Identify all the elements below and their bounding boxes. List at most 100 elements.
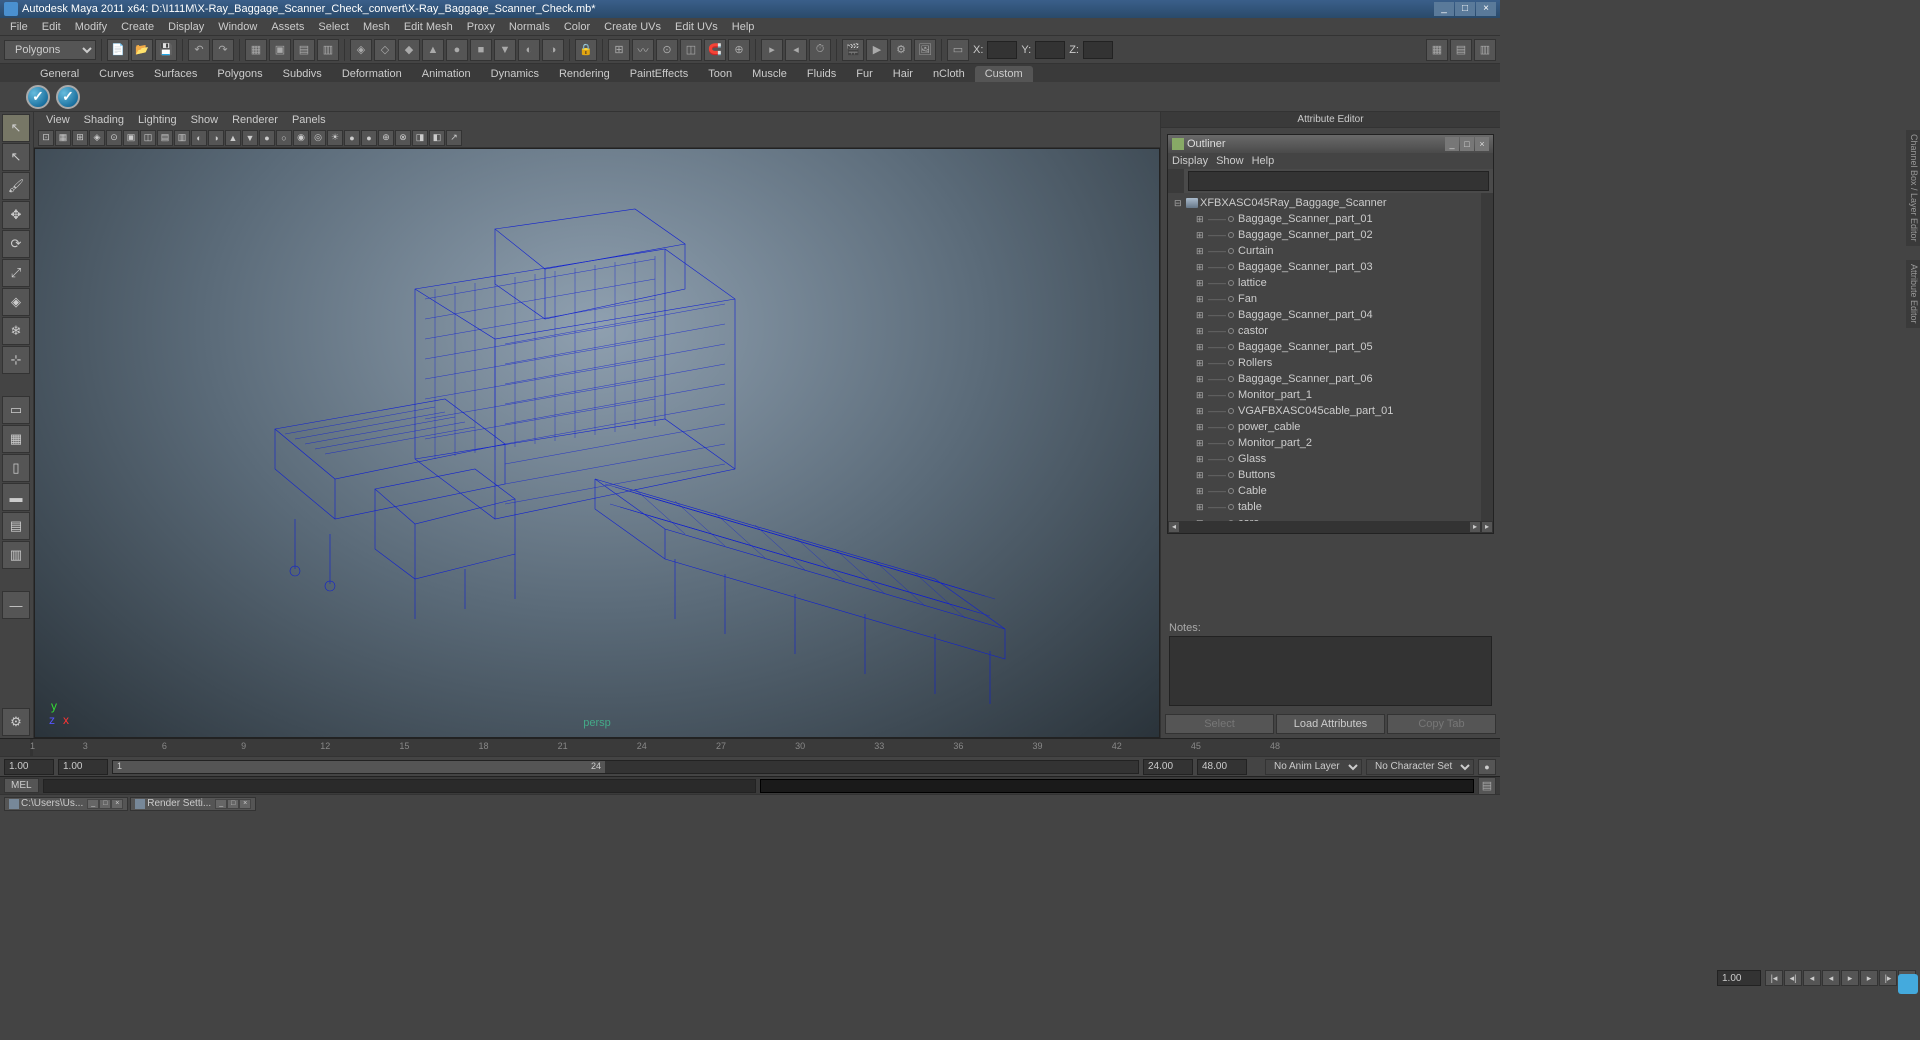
tree-item[interactable]: ⊞——VGAFBXASC045cable_part_01	[1170, 403, 1479, 419]
attribute-editor-tab[interactable]: Attribute Editor	[1906, 260, 1920, 328]
select-tool[interactable]: ↖	[2, 114, 30, 142]
viewport-tool-0[interactable]: ⊡	[38, 130, 54, 146]
tree-item[interactable]: ⊞——Cable	[1170, 483, 1479, 499]
tree-item[interactable]: ⊞——Monitor_part_2	[1170, 435, 1479, 451]
task-item-0[interactable]: C:\Users\Us..._□×	[4, 797, 128, 811]
menu-select[interactable]: Select	[312, 20, 355, 34]
lock-button[interactable]: 🔒	[575, 39, 597, 61]
mask-btn-4[interactable]: ▲	[422, 39, 444, 61]
tree-item[interactable]: ⊞——Baggage_Scanner_part_05	[1170, 339, 1479, 355]
snap-plane-button[interactable]: ◫	[680, 39, 702, 61]
snap-live-button[interactable]: 🧲	[704, 39, 726, 61]
outliner-filter-icon[interactable]	[1168, 169, 1184, 193]
auto-key-button[interactable]: ●	[1478, 759, 1496, 775]
teamviewer-icon[interactable]	[1898, 974, 1918, 994]
mask-btn-5[interactable]: ●	[446, 39, 468, 61]
step-fwd-button[interactable]: ▸	[1860, 970, 1878, 986]
lasso-tool[interactable]: ↖	[2, 143, 30, 171]
viewport-tool-11[interactable]: ▲	[225, 130, 241, 146]
tree-item[interactable]: ⊞——Baggage_Scanner_part_06	[1170, 371, 1479, 387]
outliner-menu-display[interactable]: Display	[1172, 155, 1208, 167]
redo-button[interactable]: ↷	[212, 39, 234, 61]
outliner-hscrollbar[interactable]: ◂ ▸ ▸	[1168, 521, 1493, 533]
coord-y-input[interactable]	[1035, 41, 1065, 59]
viewport-tool-4[interactable]: ⊙	[106, 130, 122, 146]
input-mode-button[interactable]: ▭	[947, 39, 969, 61]
viewport-tool-21[interactable]: ⊗	[395, 130, 411, 146]
tree-item[interactable]: ⊞——Monitor_part_1	[1170, 387, 1479, 403]
step-back-button[interactable]: ◂	[1803, 970, 1821, 986]
tree-item[interactable]: ⊞——Baggage_Scanner_part_04	[1170, 307, 1479, 323]
range-slider[interactable]: 1 24	[112, 760, 1139, 774]
render-view-button[interactable]: 🖼	[914, 39, 936, 61]
tree-item[interactable]: ⊞——Rollers	[1170, 355, 1479, 371]
snap-curve-button[interactable]: 〰	[632, 39, 654, 61]
shelf-tab-hair[interactable]: Hair	[883, 66, 923, 82]
viewport-tool-18[interactable]: ●	[344, 130, 360, 146]
outliner-menu-show[interactable]: Show	[1216, 155, 1244, 167]
hscroll-right[interactable]: ▸	[1469, 521, 1481, 533]
character-set-select[interactable]: No Character Set	[1366, 759, 1474, 775]
paint-select-tool[interactable]: 🖌	[2, 172, 30, 200]
shelf-tab-subdivs[interactable]: Subdivs	[273, 66, 332, 82]
coord-x-input[interactable]	[987, 41, 1017, 59]
undo-button[interactable]: ↶	[188, 39, 210, 61]
coord-z-input[interactable]	[1083, 41, 1113, 59]
step-back-key-button[interactable]: ◂|	[1784, 970, 1802, 986]
viewport-canvas[interactable]: yzx persp	[34, 148, 1160, 738]
menu-file[interactable]: File	[4, 20, 34, 34]
tree-item[interactable]: ⊞——lattice	[1170, 275, 1479, 291]
universal-manip-tool[interactable]: ◈	[2, 288, 30, 316]
outliner-close[interactable]: ×	[1475, 137, 1489, 151]
tree-item[interactable]: ⊞——Baggage_Scanner_part_03	[1170, 259, 1479, 275]
shelf-tab-animation[interactable]: Animation	[412, 66, 481, 82]
viewport-tool-22[interactable]: ◨	[412, 130, 428, 146]
tree-item[interactable]: ⊞——Fan	[1170, 291, 1479, 307]
snap-point-button[interactable]: ⊙	[656, 39, 678, 61]
notes-textarea[interactable]	[1169, 636, 1492, 706]
viewport-tool-12[interactable]: ▼	[242, 130, 258, 146]
viewport-tool-20[interactable]: ⊕	[378, 130, 394, 146]
viewport-menu-renderer[interactable]: Renderer	[226, 113, 284, 127]
shelf-tab-ncloth[interactable]: nCloth	[923, 66, 975, 82]
tree-root[interactable]: ⊟XFBXASC045Ray_Baggage_Scanner	[1170, 195, 1479, 211]
shelf-tab-custom[interactable]: Custom	[975, 66, 1033, 82]
tool-settings-icon[interactable]: ⚙	[2, 708, 30, 736]
viewport-menu-shading[interactable]: Shading	[78, 113, 130, 127]
select-button[interactable]: Select	[1165, 714, 1274, 734]
viewport-tool-5[interactable]: ▣	[123, 130, 139, 146]
channel-box-tab[interactable]: Channel Box / Layer Editor	[1906, 130, 1920, 246]
viewport-tool-19[interactable]: ●	[361, 130, 377, 146]
go-start-button[interactable]: |◂	[1765, 970, 1783, 986]
menu-proxy[interactable]: Proxy	[461, 20, 501, 34]
script-editor-button[interactable]: ▤	[1478, 777, 1496, 795]
shelf-button-1[interactable]: ✓	[26, 85, 50, 109]
scale-tool[interactable]: ⤢	[2, 259, 30, 287]
outliner-search-input[interactable]	[1188, 171, 1489, 191]
construction-history-button[interactable]: ⏱	[809, 39, 831, 61]
soft-mod-tool[interactable]: ❄	[2, 317, 30, 345]
time-slider-toggle[interactable]: —	[2, 591, 30, 619]
shelf-tab-curves[interactable]: Curves	[89, 66, 144, 82]
shelf-tab-general[interactable]: General	[30, 66, 89, 82]
menu-window[interactable]: Window	[212, 20, 263, 34]
load-attributes-button[interactable]: Load Attributes	[1276, 714, 1385, 734]
shelf-tab-surfaces[interactable]: Surfaces	[144, 66, 207, 82]
range-thumb[interactable]: 1 24	[113, 761, 605, 773]
viewport-tool-23[interactable]: ◧	[429, 130, 445, 146]
shelf-tab-dynamics[interactable]: Dynamics	[481, 66, 549, 82]
output-op-button[interactable]: ◂	[785, 39, 807, 61]
range-start-in[interactable]	[58, 759, 108, 775]
snap-grid-button[interactable]: ⊞	[608, 39, 630, 61]
menu-edit[interactable]: Edit	[36, 20, 67, 34]
menu-display[interactable]: Display	[162, 20, 210, 34]
step-fwd-key-button[interactable]: |▸	[1879, 970, 1897, 986]
layout-four[interactable]: ▦	[2, 425, 30, 453]
maximize-button[interactable]: □	[1455, 2, 1475, 16]
menu-help[interactable]: Help	[726, 20, 761, 34]
ipr-render-button[interactable]: ▶	[866, 39, 888, 61]
viewport-tool-13[interactable]: ●	[259, 130, 275, 146]
minimize-button[interactable]: _	[1434, 2, 1454, 16]
mask-btn-6[interactable]: ■	[470, 39, 492, 61]
shelf-tab-rendering[interactable]: Rendering	[549, 66, 620, 82]
